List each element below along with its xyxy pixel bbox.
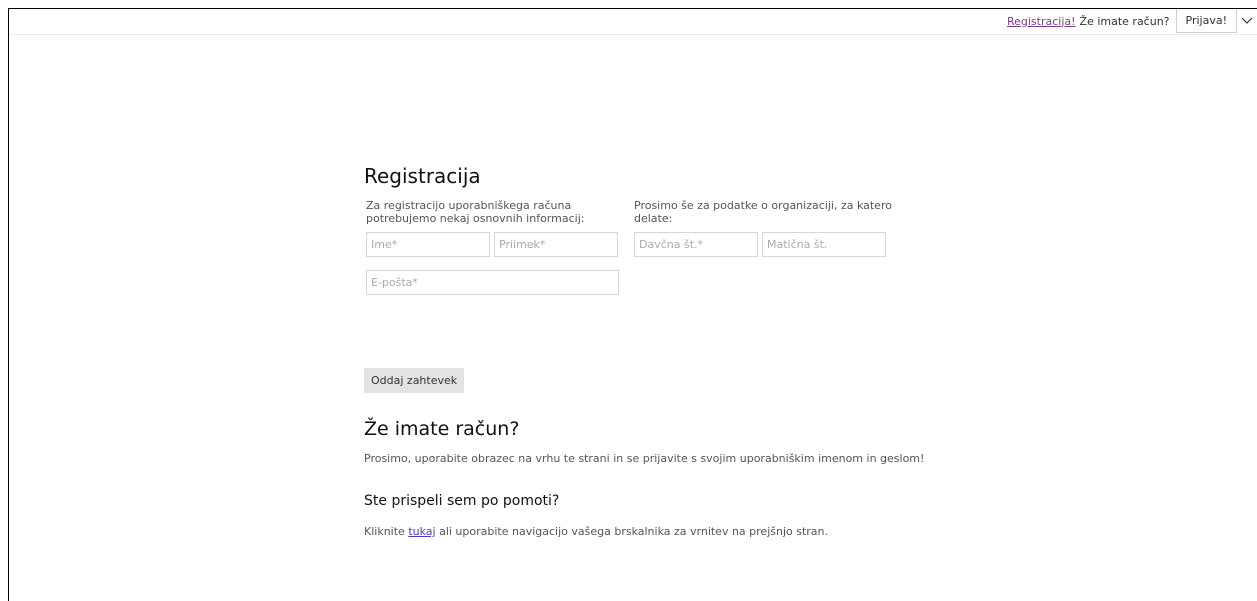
first-name-input[interactable]: Ime* [366,232,490,257]
organization-info-column: Prosimo še za podatke o organizaciji, za… [634,199,904,227]
personal-info-column: Za registracijo uporabniškega računa pot… [366,199,622,227]
back-link[interactable]: tukaj [408,525,435,538]
chevron-down-icon[interactable] [1237,10,1257,33]
have-account-label: Že imate račun? [1079,14,1170,28]
login-button[interactable]: Prijava! [1175,9,1237,33]
registration-content: Registracija Za registracijo uporabniške… [364,164,924,538]
email-input[interactable]: E-pošta* [366,270,619,295]
register-link[interactable]: Registracija! [1007,15,1076,28]
organization-info-intro: Prosimo še za podatke o organizaciji, za… [634,199,892,225]
help-text-after: ali uporabite navigacijo vašega brskalni… [435,525,829,538]
account-heading: Že imate račun? [364,418,520,440]
personal-info-intro: Za registracijo uporabniškega računa pot… [366,199,585,225]
tax-number-input[interactable]: Davčna št.* [634,232,758,257]
top-bar: Registracija! Že imate račun? Prijava! [9,9,1257,35]
help-text-before: Kliknite [364,525,409,538]
account-text: Prosimo, uporabite obrazec na vrhu te st… [364,452,925,465]
registration-number-input[interactable]: Matična št. [762,232,886,257]
registration-title: Registracija [364,164,481,188]
submit-request-button[interactable]: Oddaj zahtevek [364,368,465,393]
help-heading: Ste prispeli sem po pomoti? [364,493,560,509]
account-menu: Registracija! Že imate račun? Prijava! [1007,9,1257,33]
page-frame: Registracija! Že imate račun? Prijava! R… [8,8,1257,601]
last-name-input[interactable]: Priimek* [494,232,618,257]
help-text: Kliknite tukaj ali uporabite navigacijo … [364,525,828,538]
